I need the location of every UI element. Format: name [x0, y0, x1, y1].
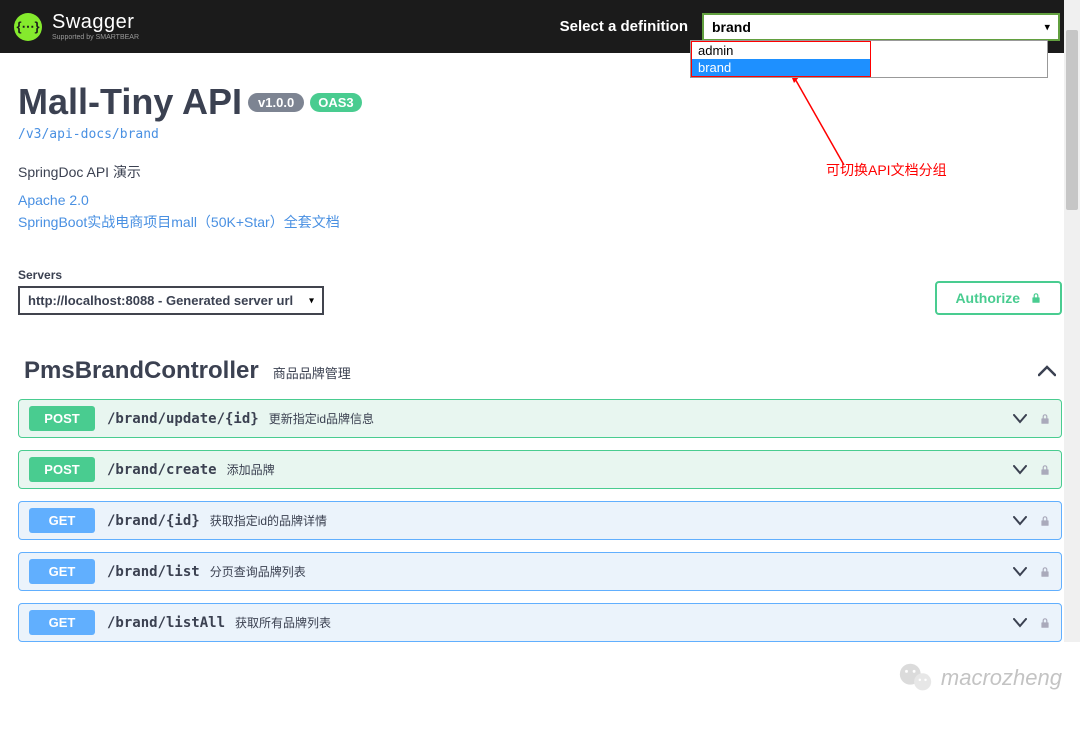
watermark-text: macrozheng	[941, 665, 1062, 691]
operation-summary: 获取所有品牌列表	[235, 614, 331, 631]
lock-icon	[1039, 412, 1051, 426]
swagger-logo-icon: {⋯}	[14, 13, 42, 41]
chevron-down-icon	[1013, 516, 1027, 526]
operation-summary: 添加品牌	[227, 461, 275, 478]
api-info-block: Mall-Tiny API v1.0.0 OAS3 /v3/api-docs/b…	[0, 53, 1080, 250]
chevron-down-icon	[1013, 567, 1027, 577]
chevron-down-icon	[1013, 465, 1027, 475]
dropdown-option-admin[interactable]: admin	[692, 42, 870, 59]
http-method-badge: GET	[29, 610, 95, 635]
lock-icon	[1030, 291, 1042, 305]
lock-icon	[1039, 616, 1051, 630]
license-link[interactable]: Apache 2.0	[18, 192, 1062, 208]
lock-icon	[1039, 514, 1051, 528]
api-version-badge: v1.0.0	[248, 93, 304, 112]
server-select[interactable]: http://localhost:8088 - Generated server…	[18, 286, 324, 315]
http-method-badge: GET	[29, 559, 95, 584]
api-docs-url[interactable]: /v3/api-docs/brand	[18, 127, 1062, 142]
tag-description: 商品品牌管理	[273, 363, 351, 382]
vertical-scrollbar[interactable]	[1064, 0, 1080, 642]
oas-badge: OAS3	[310, 93, 361, 112]
wechat-icon	[897, 659, 935, 697]
operation-row[interactable]: POST/brand/create 添加品牌	[18, 450, 1062, 489]
operation-path: /brand/list	[107, 564, 200, 580]
dropdown-option-brand[interactable]: brand	[692, 59, 870, 76]
http-method-badge: GET	[29, 508, 95, 533]
definition-select-label: Select a definition	[560, 18, 688, 35]
lock-icon	[1039, 565, 1051, 579]
annotation-text: 可切换API文档分组	[826, 160, 947, 180]
definition-dropdown-list: admin brand	[690, 40, 1048, 78]
operation-summary: 更新指定id品牌信息	[269, 410, 374, 427]
operation-row[interactable]: GET/brand/listAll 获取所有品牌列表	[18, 603, 1062, 642]
logo-title: Swagger	[52, 12, 139, 32]
swagger-logo: {⋯} Swagger Supported by SMARTBEAR	[14, 12, 139, 41]
chevron-down-icon	[1013, 414, 1027, 424]
operation-path: /brand/create	[107, 462, 217, 478]
authorize-label: Authorize	[955, 290, 1020, 306]
watermark: macrozheng	[897, 659, 1062, 697]
operation-path: /brand/update/{id}	[107, 411, 259, 427]
logo-subtitle: Supported by SMARTBEAR	[52, 34, 139, 41]
http-method-badge: POST	[29, 457, 95, 482]
lock-icon	[1039, 463, 1051, 477]
chevron-down-icon	[1013, 618, 1027, 628]
operation-path: /brand/{id}	[107, 513, 200, 529]
operation-row[interactable]: GET/brand/{id} 获取指定id的品牌详情	[18, 501, 1062, 540]
annotation-arrow-icon	[790, 73, 850, 173]
external-docs-link[interactable]: SpringBoot实战电商项目mall（50K+Star）全套文档	[18, 212, 1062, 232]
chevron-up-icon	[1038, 361, 1056, 382]
operation-row[interactable]: GET/brand/list 分页查询品牌列表	[18, 552, 1062, 591]
definition-select[interactable]: brand	[702, 13, 1060, 41]
servers-block: Servers http://localhost:8088 - Generate…	[18, 268, 324, 315]
operation-summary: 获取指定id的品牌详情	[210, 512, 327, 529]
operation-row[interactable]: POST/brand/update/{id} 更新指定id品牌信息	[18, 399, 1062, 438]
http-method-badge: POST	[29, 406, 95, 431]
tag-header[interactable]: PmsBrandController 商品品牌管理	[18, 349, 1062, 399]
authorize-button[interactable]: Authorize	[935, 281, 1062, 315]
servers-label: Servers	[18, 268, 324, 282]
operation-path: /brand/listAll	[107, 615, 225, 631]
operation-summary: 分页查询品牌列表	[210, 563, 306, 580]
api-title: Mall-Tiny API	[18, 81, 242, 123]
tag-name: PmsBrandController	[24, 357, 259, 385]
scrollbar-thumb[interactable]	[1066, 30, 1078, 210]
